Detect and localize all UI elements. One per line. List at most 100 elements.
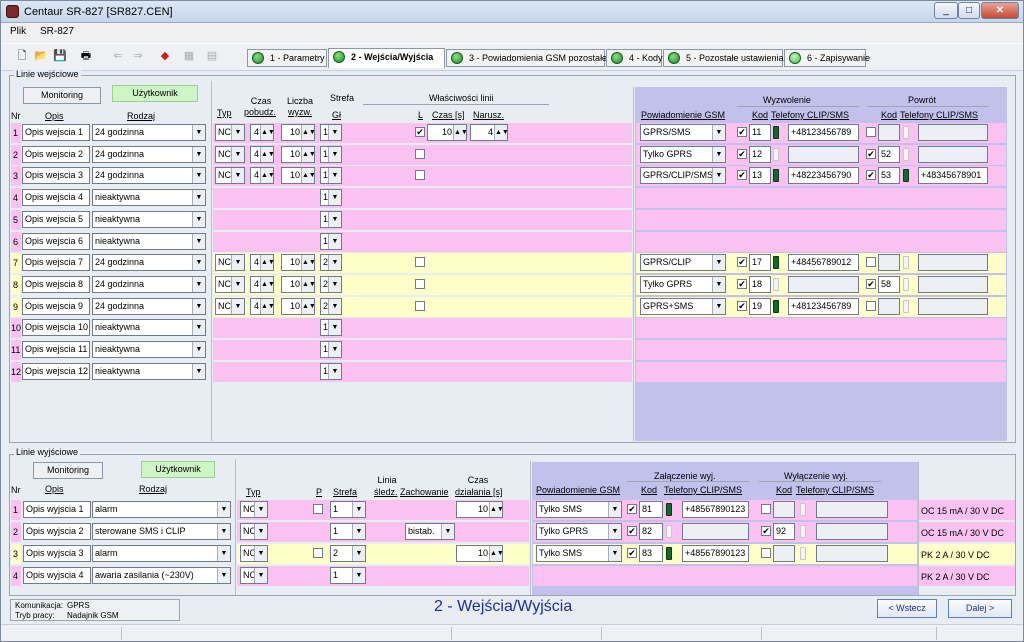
- output-type-select[interactable]: alarm ▼: [92, 545, 231, 562]
- input-description[interactable]: Opis wejscia 7: [22, 254, 90, 271]
- output-line-type-select[interactable]: NO ▼: [240, 567, 268, 584]
- return-code[interactable]: [878, 124, 900, 141]
- phone-icon[interactable]: [773, 278, 779, 291]
- trigger-time-spin[interactable]: 4 ▲▼: [250, 276, 275, 293]
- output-zone-select[interactable]: 1 ▼: [330, 567, 366, 584]
- return-checkbox[interactable]: [866, 257, 876, 267]
- line-type-select[interactable]: NC ▼: [215, 276, 245, 293]
- trigger-phone[interactable]: +48456789012: [788, 254, 859, 271]
- trigger-phone[interactable]: +48123456789: [788, 298, 859, 315]
- tab-kody[interactable]: 4 - Kody: [606, 49, 663, 67]
- output-description[interactable]: Opis wyjscia 4: [23, 567, 91, 584]
- return-checkbox[interactable]: ✔: [866, 279, 876, 289]
- input-description[interactable]: Opis wejscia 1: [22, 124, 90, 141]
- trigger-checkbox[interactable]: ✔: [737, 301, 747, 311]
- zone-select[interactable]: 1 ▼: [320, 233, 342, 250]
- zone-select[interactable]: 1 ▼: [320, 363, 342, 380]
- phone-icon[interactable]: [903, 126, 909, 139]
- output-p-checkbox[interactable]: [313, 548, 323, 558]
- inputs-user-button[interactable]: Użytkownik: [112, 85, 198, 102]
- line-type-select[interactable]: NC ▼: [215, 167, 245, 184]
- open-folder-icon[interactable]: 📂: [33, 48, 49, 64]
- trigger-phone[interactable]: [788, 146, 859, 163]
- phone-icon[interactable]: [800, 547, 806, 560]
- on-phone[interactable]: +48567890123: [682, 501, 749, 518]
- trigger-checkbox[interactable]: ✔: [737, 149, 747, 159]
- input-type-select[interactable]: nieaktywna ▼: [92, 211, 206, 228]
- trigger-time-spin[interactable]: 4 ▲▼: [250, 298, 275, 315]
- on-code[interactable]: 83: [639, 545, 663, 562]
- return-code[interactable]: [878, 254, 900, 271]
- trigger-checkbox[interactable]: ✔: [737, 170, 747, 180]
- zone-select[interactable]: 1 ▼: [320, 146, 342, 163]
- output-description[interactable]: Opis wyjscia 3: [23, 545, 91, 562]
- input-description[interactable]: Opis wejscia 10: [22, 319, 90, 336]
- phone-icon[interactable]: [800, 503, 806, 516]
- input-type-select[interactable]: 24 godzinna ▼: [92, 124, 206, 141]
- close-button[interactable]: ✕: [981, 2, 1019, 19]
- output-gsm-select[interactable]: Tylko GPRS ▼: [536, 523, 622, 540]
- trigger-count-spin[interactable]: 10 ▲▼: [281, 146, 316, 163]
- phone-icon[interactable]: [773, 300, 779, 313]
- on-phone[interactable]: [682, 523, 749, 540]
- line-l-checkbox[interactable]: ✔: [415, 127, 425, 137]
- zone-select[interactable]: 2 ▼: [320, 254, 342, 271]
- line-type-select[interactable]: NC ▼: [215, 298, 245, 315]
- trigger-count-spin[interactable]: 10 ▲▼: [281, 124, 316, 141]
- off-code[interactable]: [773, 501, 795, 518]
- return-phone[interactable]: [918, 146, 988, 163]
- zone-select[interactable]: 2 ▼: [320, 276, 342, 293]
- phone-icon[interactable]: [773, 148, 779, 161]
- copy-left-icon[interactable]: ⇐: [110, 48, 126, 64]
- trigger-time-spin[interactable]: 4 ▲▼: [250, 254, 275, 271]
- input-type-select[interactable]: nieaktywna ▼: [92, 189, 206, 206]
- output-line-type-select[interactable]: NO ▼: [240, 523, 268, 540]
- off-phone[interactable]: [816, 545, 888, 562]
- trigger-time-spin[interactable]: 4 ▲▼: [250, 124, 275, 141]
- output-description[interactable]: Opis wyjscia 1: [23, 501, 91, 518]
- return-phone[interactable]: +48345678901: [918, 167, 988, 184]
- return-phone[interactable]: [918, 298, 988, 315]
- input-type-select[interactable]: nieaktywna ▼: [92, 341, 206, 358]
- phone-icon[interactable]: [666, 525, 672, 538]
- off-code[interactable]: [773, 545, 795, 562]
- input-description[interactable]: Opis wejscia 12: [22, 363, 90, 380]
- transfer-arrows-icon[interactable]: ◆: [157, 48, 173, 64]
- phone-icon[interactable]: [903, 148, 909, 161]
- inputs-monitoring-button[interactable]: Monitoring: [23, 87, 101, 104]
- line-time-spin[interactable]: 10 ▲▼: [427, 124, 468, 141]
- return-checkbox[interactable]: ✔: [866, 170, 876, 180]
- return-checkbox[interactable]: [866, 127, 876, 137]
- trigger-count-spin[interactable]: 10 ▲▼: [281, 254, 316, 271]
- output-behavior-select[interactable]: bistab. ▼: [405, 523, 455, 540]
- tab-powiadomienia[interactable]: 3 - Powiadomienia GSM pozostałe: [446, 49, 607, 67]
- input-description[interactable]: Opis wejscia 3: [22, 167, 90, 184]
- print-icon[interactable]: 🖶: [78, 48, 94, 64]
- gsm-notification-select[interactable]: GPRS/CLIP/SMS ▼: [640, 167, 726, 184]
- zone-select[interactable]: 1 ▼: [320, 211, 342, 228]
- phone-icon[interactable]: [903, 169, 909, 182]
- off-checkbox[interactable]: ✔: [761, 526, 771, 536]
- trigger-count-spin[interactable]: 10 ▲▼: [281, 276, 316, 293]
- trigger-count-spin[interactable]: 10 ▲▼: [281, 167, 316, 184]
- gsm-notification-select[interactable]: Tylko GPRS ▼: [640, 146, 726, 163]
- zone-select[interactable]: 1 ▼: [320, 341, 342, 358]
- trigger-code[interactable]: 11: [749, 124, 771, 141]
- gsm-notification-select[interactable]: GPRS+SMS ▼: [640, 298, 726, 315]
- output-gsm-select[interactable]: Tylko SMS ▼: [536, 545, 622, 562]
- off-phone[interactable]: [816, 501, 888, 518]
- output-gsm-select[interactable]: Tylko SMS ▼: [536, 501, 622, 518]
- phone-icon[interactable]: [666, 547, 672, 560]
- phone-icon[interactable]: [800, 525, 806, 538]
- output-zone-select[interactable]: 1 ▼: [330, 501, 366, 518]
- trigger-checkbox[interactable]: ✔: [737, 127, 747, 137]
- input-description[interactable]: Opis wejscia 2: [22, 146, 90, 163]
- return-phone[interactable]: [918, 254, 988, 271]
- phone-icon[interactable]: [773, 126, 779, 139]
- output-type-select[interactable]: awaria zasilania (~230V) ▼: [92, 567, 231, 584]
- phone-icon[interactable]: [903, 278, 909, 291]
- save-icon[interactable]: 💾: [52, 48, 68, 64]
- output-type-select[interactable]: sterowane SMS i CLIP ▼: [92, 523, 231, 540]
- input-description[interactable]: Opis wejscia 6: [22, 233, 90, 250]
- trigger-code[interactable]: 18: [749, 276, 771, 293]
